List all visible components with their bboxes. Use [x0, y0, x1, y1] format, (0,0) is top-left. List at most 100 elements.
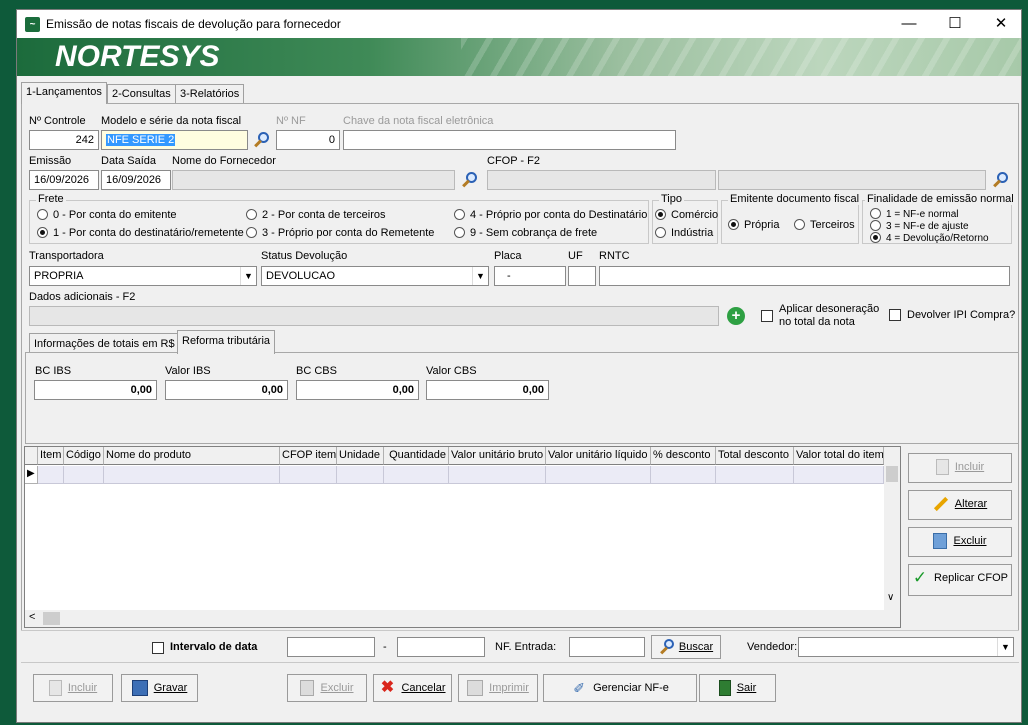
emitente-terceiros[interactable]: Terceiros	[794, 219, 855, 231]
sair-button[interactable]: Sair	[699, 674, 776, 702]
tab-informacoes-totais[interactable]: Informações de totais em R$	[29, 333, 180, 353]
table-cell[interactable]	[104, 466, 280, 484]
incluir-item-button[interactable]: Incluir	[908, 453, 1012, 483]
scroll-thumb-h[interactable]	[43, 612, 60, 625]
date-to-field[interactable]	[397, 637, 485, 657]
status-devolucao-value: DEVOLUCAO	[266, 270, 336, 282]
maximize-button[interactable]: ☐	[932, 10, 978, 38]
chave-field[interactable]	[343, 130, 676, 150]
fornecedor-field[interactable]	[172, 170, 455, 190]
gravar-button[interactable]: Gravar	[121, 674, 198, 702]
emitente-propria[interactable]: Própria	[728, 219, 779, 231]
tipo-comercio[interactable]: Comércio	[655, 209, 718, 221]
add-plus-icon[interactable]: +	[727, 307, 745, 325]
close-button[interactable]: ✕	[978, 10, 1024, 38]
col-valor-total-item[interactable]: Valor total do item	[794, 447, 884, 465]
col-total-desconto[interactable]: Total desconto	[716, 447, 794, 465]
bc-cbs-field[interactable]: 0,00	[296, 380, 419, 400]
devolver-ipi-checkbox[interactable]	[889, 309, 901, 321]
dados-adicionais-field[interactable]	[29, 306, 719, 326]
chevron-down-icon[interactable]: ▼	[240, 267, 256, 285]
table-cell[interactable]	[716, 466, 794, 484]
incluir-button[interactable]: Incluir	[33, 674, 113, 702]
cancelar-button[interactable]: ✖ Cancelar	[373, 674, 452, 702]
vertical-scrollbar[interactable]: ∨	[884, 447, 900, 610]
frete-option-0[interactable]: 0 - Por conta do emitente	[37, 209, 177, 221]
placa-field[interactable]: -	[494, 266, 566, 286]
excluir-item-button[interactable]: Excluir	[908, 527, 1012, 557]
rntc-field[interactable]	[599, 266, 1010, 286]
imprimir-button[interactable]: Imprimir	[458, 674, 538, 702]
nf-field[interactable]: 0	[276, 130, 340, 150]
table-cell[interactable]	[651, 466, 716, 484]
col-nome-produto[interactable]: Nome do produto	[104, 447, 280, 465]
modelo-search-icon[interactable]	[252, 130, 272, 150]
bc-ibs-field[interactable]: 0,00	[34, 380, 157, 400]
valor-cbs-field[interactable]: 0,00	[426, 380, 549, 400]
frete-option-4[interactable]: 4 - Próprio por conta do Destinatário	[454, 209, 647, 221]
horizontal-scrollbar[interactable]: <	[25, 610, 900, 627]
tab-lancamentos[interactable]: 1-Lançamentos	[21, 82, 107, 104]
uf-label: UF	[568, 250, 583, 262]
radio-icon	[454, 209, 465, 220]
table-cell[interactable]	[546, 466, 651, 484]
vendedor-combo[interactable]: ▼	[798, 637, 1014, 657]
tipo-industria[interactable]: Indústria	[655, 227, 713, 239]
minimize-button[interactable]: —	[886, 10, 932, 38]
table-cell[interactable]	[449, 466, 546, 484]
uf-field[interactable]	[568, 266, 596, 286]
intervalo-data-checkbox[interactable]	[152, 642, 164, 654]
col-unidade[interactable]: Unidade	[337, 447, 384, 465]
scroll-thumb[interactable]	[886, 466, 898, 482]
excluir-button[interactable]: Excluir	[287, 674, 367, 702]
cfop-search-icon[interactable]	[991, 170, 1011, 190]
chevron-down-icon[interactable]: ▼	[997, 638, 1013, 656]
table-cell[interactable]	[384, 466, 449, 484]
date-from-field[interactable]	[287, 637, 375, 657]
scroll-left-icon[interactable]: <	[29, 611, 35, 623]
buscar-button[interactable]: Buscar	[651, 635, 721, 659]
finalidade-normal[interactable]: 1 = NF-e normal	[870, 208, 959, 220]
table-cell[interactable]	[337, 466, 384, 484]
col-quantidade[interactable]: Quantidade	[384, 447, 449, 465]
status-devolucao-combo[interactable]: DEVOLUCAO ▼	[261, 266, 489, 286]
frete-option-3[interactable]: 3 - Próprio por conta do Remetente	[246, 227, 434, 239]
col-desconto-pct[interactable]: % desconto	[651, 447, 716, 465]
table-cell[interactable]	[794, 466, 884, 484]
chevron-down-icon[interactable]: ▼	[472, 267, 488, 285]
modelo-field[interactable]: NFE SERIE 2	[101, 130, 248, 150]
finalidade-devolucao[interactable]: 4 = Devolução/Retorno	[870, 232, 989, 244]
items-grid[interactable]: Item Código Nome do produto CFOP item Un…	[24, 446, 901, 628]
valor-ibs-field[interactable]: 0,00	[165, 380, 288, 400]
nf-entrada-field[interactable]	[569, 637, 645, 657]
replicar-cfop-button[interactable]: ✓ Replicar CFOP	[908, 564, 1012, 596]
tab-consultas[interactable]: 2-Consultas	[107, 84, 176, 104]
transportadora-combo[interactable]: PROPRIA ▼	[29, 266, 257, 286]
table-cell[interactable]	[38, 466, 64, 484]
tipo-option-label: Comércio	[671, 209, 719, 221]
alterar-item-button[interactable]: Alterar	[908, 490, 1012, 520]
frete-option-1[interactable]: 1 - Por conta do destinatário/remetente	[37, 227, 244, 239]
emissao-field[interactable]: 16/09/2026	[29, 170, 99, 190]
finalidade-ajuste[interactable]: 3 = NF-e de ajuste	[870, 220, 969, 232]
controle-field[interactable]: 242	[29, 130, 99, 150]
cfop-field[interactable]	[487, 170, 716, 190]
aplicar-desoneracao-checkbox[interactable]	[761, 310, 773, 322]
table-cell[interactable]	[64, 466, 104, 484]
col-cfop-item[interactable]: CFOP item	[280, 447, 337, 465]
frete-option-9[interactable]: 9 - Sem cobrança de frete	[454, 227, 597, 239]
col-item[interactable]: Item	[38, 447, 64, 465]
tab-relatorios[interactable]: 3-Relatórios	[175, 84, 245, 104]
table-cell[interactable]	[280, 466, 337, 484]
col-valor-unitario-liquido[interactable]: Valor unitário líquido	[546, 447, 651, 465]
data-saida-field[interactable]: 16/09/2026	[101, 170, 171, 190]
radio-selected-icon	[655, 209, 666, 220]
scroll-down-icon[interactable]: ∨	[887, 592, 894, 603]
chave-label: Chave da nota fiscal eletrônica	[343, 115, 494, 127]
frete-option-2[interactable]: 2 - Por conta de terceiros	[246, 209, 386, 221]
gerenciar-nfe-button[interactable]: ✐ Gerenciar NF-e	[543, 674, 697, 702]
col-codigo[interactable]: Código	[64, 447, 104, 465]
tab-reforma-tributaria[interactable]: Reforma tributária	[177, 330, 276, 354]
col-valor-unitario-bruto[interactable]: Valor unitário bruto	[449, 447, 546, 465]
fornecedor-search-icon[interactable]	[460, 170, 480, 190]
